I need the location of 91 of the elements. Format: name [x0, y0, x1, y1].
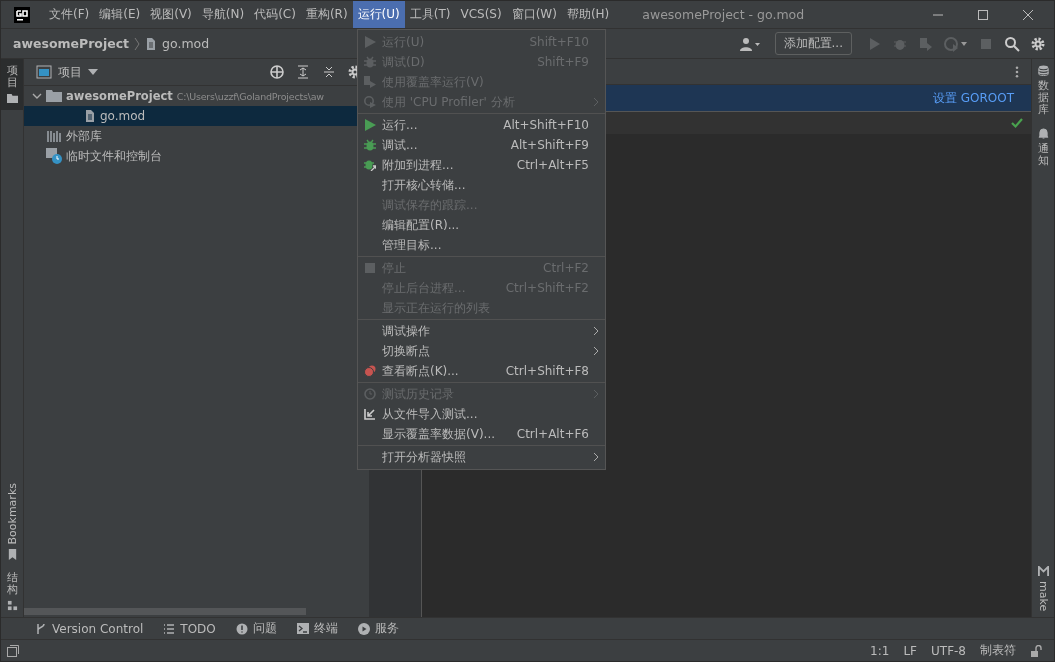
import-arrow-icon: [364, 408, 376, 420]
structure-icon: [6, 600, 18, 611]
status-item[interactable]: 制表符: [980, 642, 1016, 659]
tool-window-button[interactable]: 服务: [357, 620, 399, 637]
menu-item[interactable]: 调试操作: [358, 321, 605, 341]
menu-item[interactable]: 导航(N): [196, 1, 250, 28]
menu-item[interactable]: 管理目标...: [358, 235, 605, 255]
app-logo-icon: [14, 6, 30, 23]
status-item[interactable]: LF: [903, 643, 917, 658]
tool-window-tab[interactable]: make: [1032, 559, 1054, 617]
scrollbar-thumb[interactable]: [24, 608, 306, 615]
tool-window-button[interactable]: 问题: [235, 620, 277, 637]
search-icon[interactable]: [1004, 35, 1020, 52]
menu-item[interactable]: 从文件导入测试...: [358, 404, 605, 424]
file-icon: [84, 110, 96, 122]
tool-window-button[interactable]: TODO: [163, 621, 216, 636]
menu-item[interactable]: 帮助(H): [561, 1, 615, 28]
menu-item[interactable]: 打开分析器快照: [358, 447, 605, 467]
checkmark-icon: [1011, 117, 1023, 129]
menu-item[interactable]: 视图(V): [145, 1, 197, 28]
exclamation-icon: [235, 622, 248, 635]
tree-label: go.mod: [100, 109, 146, 123]
breadcrumb[interactable]: awesomeProject: [13, 36, 130, 51]
unlock-icon[interactable]: [1030, 644, 1042, 657]
crosshair-icon[interactable]: [269, 64, 285, 80]
bell-icon: [1037, 128, 1049, 140]
bug-icon: [364, 56, 376, 68]
menu-item[interactable]: 编辑配置(R)...: [358, 215, 605, 235]
tree-row[interactable]: awesomeProject C:\Users\uzzf\GolandProjects\aw: [24, 86, 369, 106]
panel-toggle-icon[interactable]: [7, 644, 19, 657]
menu-item[interactable]: 切换断点: [358, 341, 605, 361]
collapse-all-icon[interactable]: [321, 64, 337, 80]
chevron-icon: [134, 36, 141, 51]
tree-label: awesomeProject: [66, 89, 173, 103]
breakpoints-icon: [364, 365, 376, 377]
window-title: awesomeProject - go.mod: [642, 7, 805, 22]
list-icon: [163, 622, 176, 635]
tool-window-button[interactable]: Version Control: [35, 621, 144, 636]
bookmark-icon: [6, 548, 18, 560]
menu-item[interactable]: 窗口(W): [506, 1, 562, 28]
shield-play-icon: [364, 76, 376, 88]
scratch-clock-icon: [46, 148, 62, 164]
tool-window-tab[interactable]: 通知: [1032, 122, 1054, 174]
tool-window-tab[interactable]: Bookmarks: [1, 477, 23, 566]
folder-icon: [6, 93, 18, 105]
menu-item[interactable]: 工具(T): [404, 1, 456, 28]
bug-arrow-icon: [364, 159, 376, 171]
tree-path: C:\Users\uzzf\GolandProjects\aw: [176, 90, 324, 102]
m-letter-icon: [1037, 565, 1049, 577]
menu-item[interactable]: 代码(C): [249, 1, 301, 28]
close-icon[interactable]: [1022, 8, 1034, 21]
menu-item[interactable]: 重构(R): [300, 1, 353, 28]
clock-play-icon: [364, 96, 376, 108]
add-configuration-button[interactable]: 添加配置...: [774, 32, 852, 55]
clock-icon: [364, 388, 376, 400]
tree-label: 临时文件和控制台: [66, 147, 162, 165]
status-item[interactable]: 1:1: [870, 643, 890, 658]
folder-icon: [46, 88, 62, 104]
settings-icon[interactable]: [1030, 35, 1046, 52]
maximize-icon[interactable]: [977, 8, 989, 21]
tool-window-tab[interactable]: 数据库: [1032, 59, 1054, 123]
status-item[interactable]: UTF-8: [931, 643, 966, 658]
menu-item[interactable]: 运行(U): [352, 1, 405, 28]
menu-item[interactable]: 文件(F): [44, 1, 95, 28]
library-icon: [46, 128, 62, 144]
breadcrumb[interactable]: go.mod: [162, 36, 210, 51]
setup-goroot-link[interactable]: 设置 GOROOT: [932, 89, 1014, 107]
menu-item[interactable]: 打开核心转储...: [358, 175, 605, 195]
menu-item[interactable]: VCS(S): [455, 1, 507, 28]
stop-icon: [364, 262, 376, 274]
user-icon[interactable]: [738, 35, 761, 52]
database-icon: [1037, 65, 1049, 76]
branch-icon: [35, 622, 47, 635]
menu-item[interactable]: 显示覆盖率数据(V)... Ctrl+Alt+F6: [358, 424, 605, 444]
panel-icon: [36, 64, 52, 80]
menu-item[interactable]: 编辑(E): [94, 1, 146, 28]
menu-item[interactable]: 查看断点(K)... Ctrl+Shift+F8: [358, 361, 605, 381]
panel-title[interactable]: 项目: [58, 63, 82, 81]
caret-icon[interactable]: [88, 67, 98, 77]
tool-window-tab[interactable]: 项目: [1, 59, 23, 111]
play-icon: [364, 36, 376, 48]
tool-window-button[interactable]: 终端: [296, 620, 338, 637]
bug-icon: [364, 139, 376, 151]
play-icon: [364, 119, 376, 131]
clock-play-icon[interactable]: [944, 35, 968, 52]
tree-label: 外部库: [66, 127, 102, 145]
expand-all-icon[interactable]: [295, 64, 311, 80]
terminal-icon: [296, 622, 309, 635]
tool-window-tab[interactable]: 结构: [1, 565, 23, 617]
play-circle-icon: [357, 622, 370, 635]
file-icon: [145, 37, 158, 50]
